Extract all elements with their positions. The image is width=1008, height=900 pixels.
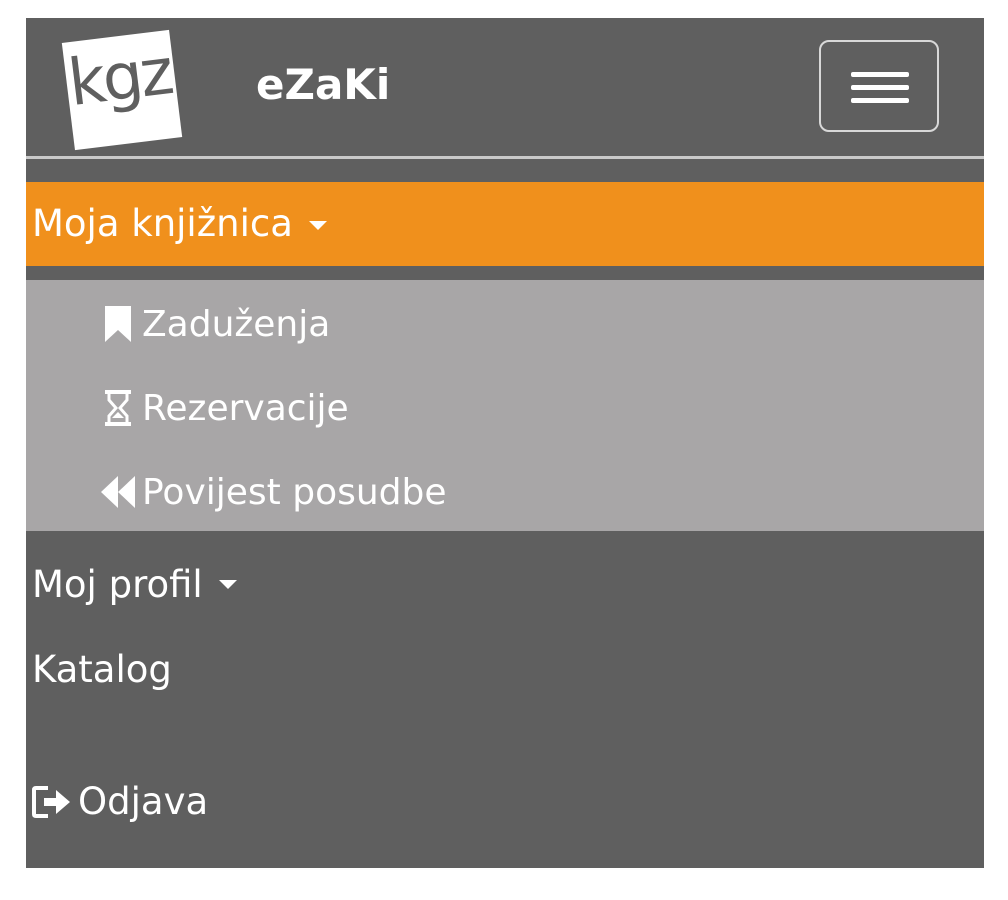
hourglass-icon — [100, 388, 136, 428]
bookmark-icon — [100, 304, 136, 344]
menu-toggle-button[interactable] — [819, 40, 939, 132]
dropdown-item-label: Rezervacije — [142, 387, 349, 429]
nav-item-label: Katalog — [32, 648, 172, 691]
app-header: kgz eZaKi — [26, 18, 984, 156]
logout-icon — [32, 785, 72, 818]
caret-down-icon — [308, 221, 327, 230]
kgz-logo[interactable]: kgz — [61, 29, 183, 151]
mobile-nav-panel: kgz eZaKi Moja knjižnica Zaduženja Rezer… — [26, 18, 984, 868]
nav-item-moja-knjiznica[interactable]: Moja knjižnica — [26, 182, 984, 266]
header-divider — [26, 156, 984, 159]
logo-text: kgz — [64, 35, 175, 122]
nav-item-label: Moj profil — [32, 563, 203, 606]
nav-item-odjava[interactable]: Odjava — [32, 780, 208, 823]
nav-item-moj-profil[interactable]: Moj profil — [32, 563, 237, 606]
dropdown-item-rezervacije[interactable]: Rezervacije — [100, 378, 349, 438]
dropdown-item-label: Zaduženja — [142, 303, 331, 345]
dropdown-item-label: Povijest posudbe — [142, 471, 447, 513]
app-title[interactable]: eZaKi — [256, 60, 390, 110]
nav-item-label: Odjava — [78, 780, 209, 823]
backward-icon — [100, 472, 136, 512]
nav-item-katalog[interactable]: Katalog — [32, 648, 172, 691]
dropdown-item-povijest-posudbe[interactable]: Povijest posudbe — [100, 462, 447, 522]
dropdown-item-zaduzenja[interactable]: Zaduženja — [100, 294, 330, 354]
nav-item-label: Moja knjižnica — [32, 202, 293, 245]
moja-knjiznica-dropdown: Zaduženja Rezervacije Povijest posudbe — [26, 280, 984, 531]
caret-down-icon — [218, 580, 237, 589]
